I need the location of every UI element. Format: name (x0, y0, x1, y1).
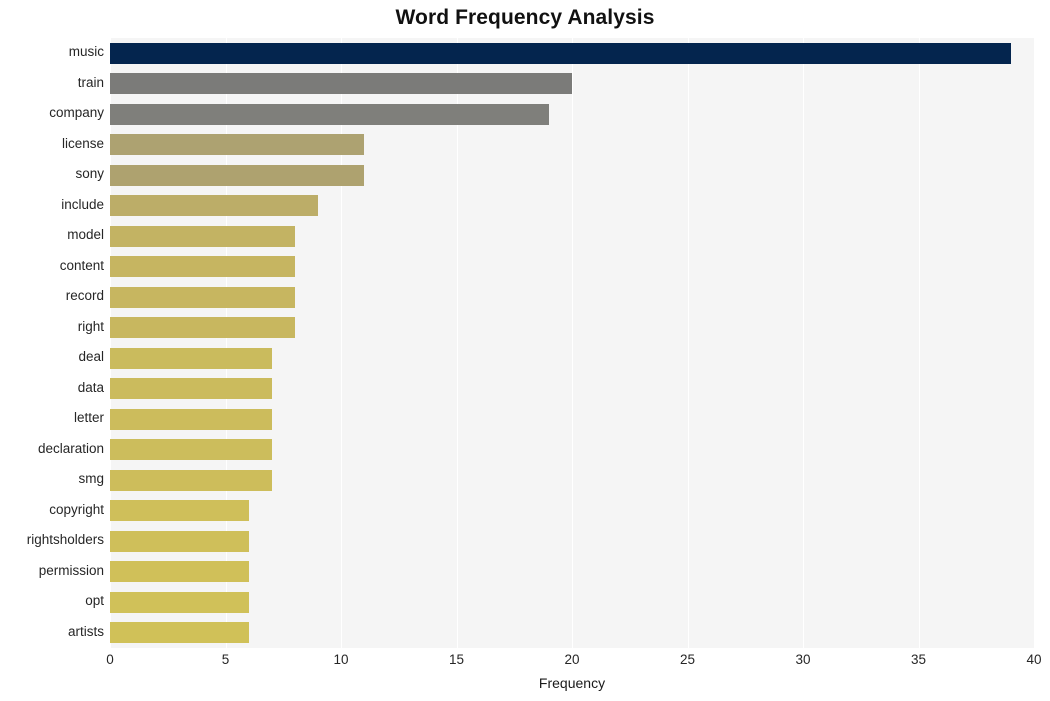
bar-train[interactable] (110, 73, 572, 95)
x-tick-label-25: 25 (679, 652, 696, 667)
bar-row (110, 561, 1034, 583)
bar-sony[interactable] (110, 164, 365, 186)
y-tick-label-sony: sony (75, 166, 104, 182)
bar-company[interactable] (110, 103, 549, 125)
bar-row (110, 73, 1034, 95)
bar-row (110, 256, 1034, 278)
bar-row (110, 317, 1034, 339)
bar-letter[interactable] (110, 408, 272, 430)
y-tick-label-music: music (68, 44, 104, 60)
y-tick-label-right: right (77, 318, 104, 334)
y-tick-label-letter: letter (73, 410, 104, 426)
bar-smg[interactable] (110, 469, 272, 491)
bar-license[interactable] (110, 134, 365, 156)
y-tick-label-opt: opt (85, 593, 104, 609)
bar-row (110, 286, 1034, 308)
y-tick-label-content: content (59, 257, 104, 273)
bar-copyright[interactable] (110, 500, 249, 522)
y-tick-label-permission: permission (38, 562, 104, 578)
bar-row (110, 408, 1034, 430)
bar-record[interactable] (110, 286, 295, 308)
bar-row (110, 622, 1034, 644)
bar-rightsholders[interactable] (110, 530, 249, 552)
bar-row (110, 134, 1034, 156)
bar-model[interactable] (110, 225, 295, 247)
bar-deal[interactable] (110, 347, 272, 369)
plot-area (110, 38, 1035, 648)
y-tick-label-company: company (49, 105, 104, 121)
x-tick-label-15: 15 (448, 652, 465, 667)
bars-layer (110, 38, 1034, 648)
x-tick-label-5: 5 (221, 652, 230, 667)
y-tick-label-license: license (61, 135, 104, 151)
y-axis: music train company license sony include model… (0, 38, 104, 648)
y-tick-label-artists: artists (67, 623, 104, 639)
bar-row (110, 103, 1034, 125)
bar-declaration[interactable] (110, 439, 272, 461)
bar-row (110, 195, 1034, 217)
word-frequency-chart: Word Frequency Analysis music train compan… (0, 0, 1050, 701)
y-tick-label-copyright: copyright (49, 501, 104, 517)
bar-opt[interactable] (110, 591, 249, 613)
bar-music[interactable] (110, 42, 1011, 64)
bar-row (110, 439, 1034, 461)
bar-right[interactable] (110, 317, 295, 339)
y-tick-label-train: train (77, 74, 104, 90)
bar-row (110, 469, 1034, 491)
bar-include[interactable] (110, 195, 318, 217)
y-tick-label-record: record (65, 288, 104, 304)
gridline (1034, 38, 1035, 648)
y-tick-label-model: model (67, 227, 104, 243)
x-axis: 0 5 10 15 20 25 30 35 40 (106, 652, 1041, 672)
x-tick-label-20: 20 (564, 652, 580, 667)
y-tick-label-rightsholders: rightsholders (26, 532, 104, 548)
bar-row (110, 225, 1034, 247)
x-tick-label-35: 35 (910, 652, 927, 667)
bar-row (110, 591, 1034, 613)
bar-row (110, 347, 1034, 369)
x-tick-label-0: 0 (106, 652, 114, 667)
y-tick-label-include: include (61, 196, 104, 212)
bar-row (110, 42, 1034, 64)
bar-data[interactable] (110, 378, 272, 400)
x-tick-label-10: 10 (333, 652, 349, 667)
bar-row (110, 530, 1034, 552)
bar-row (110, 378, 1034, 400)
x-tick-label-30: 30 (795, 652, 811, 667)
y-tick-label-declaration: declaration (37, 440, 104, 456)
y-tick-label-smg: smg (78, 471, 104, 487)
bar-artists[interactable] (110, 622, 249, 644)
bar-row (110, 164, 1034, 186)
bar-row (110, 500, 1034, 522)
bar-content[interactable] (110, 256, 295, 278)
x-tick-label-40: 40 (1026, 652, 1042, 667)
chart-title: Word Frequency Analysis (395, 6, 655, 29)
y-tick-label-deal: deal (78, 349, 104, 365)
bar-permission[interactable] (110, 561, 249, 583)
x-axis-title: Frequency (538, 675, 606, 691)
y-tick-label-data: data (77, 379, 104, 395)
